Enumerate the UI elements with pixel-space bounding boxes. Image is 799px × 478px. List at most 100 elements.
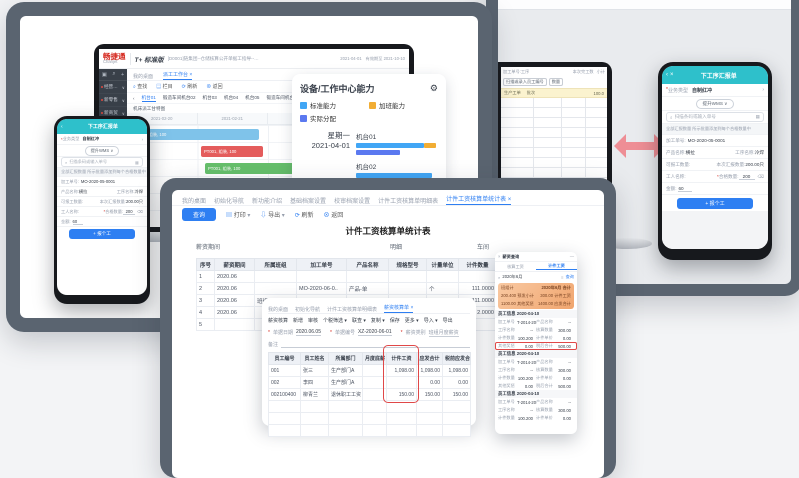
new-button[interactable]: 新增 bbox=[293, 317, 303, 324]
barcode-search-input[interactable]: ⌕ 扫描条码或输入单号 ▦ bbox=[666, 112, 764, 122]
back-button[interactable]: ⊗ 返回 bbox=[206, 83, 222, 90]
sidebar-item-analysis[interactable]: 经营分析∨ bbox=[99, 81, 127, 94]
table-row[interactable] bbox=[269, 401, 471, 413]
table-row[interactable]: 002李四生产部门A0.000.00 bbox=[269, 377, 471, 389]
scan-employee-input[interactable]: 扫描或录入员工编号 bbox=[503, 78, 547, 86]
biz-type-row[interactable]: * 业务类型 自制红冲 › bbox=[662, 84, 768, 97]
note-input[interactable] bbox=[281, 341, 470, 348]
copy-button[interactable]: 复制 ▾ bbox=[371, 317, 385, 324]
panel-query-button[interactable]: 查询 bbox=[566, 274, 574, 280]
sidebar-item-retail[interactable]: 新零售∨ bbox=[99, 94, 127, 107]
tab-basic-archives[interactable]: 基础档案设置 bbox=[290, 196, 326, 205]
biz-type-row[interactable]: * 业务类型 自制红冲 › bbox=[57, 134, 147, 145]
machine-tab-02[interactable]: 锻造车间机台02 bbox=[163, 95, 196, 101]
tab-piecework-detail[interactable]: 计件工资核算单明细表 bbox=[327, 306, 377, 313]
tab-payroll-sheet[interactable]: 薪资核算单 × bbox=[384, 304, 413, 313]
close-icon[interactable]: × bbox=[498, 254, 500, 259]
audit-button[interactable]: 审核 bbox=[308, 317, 318, 324]
amount-input[interactable]: 60 bbox=[73, 219, 83, 225]
filter-detail[interactable]: 明细 bbox=[390, 242, 402, 251]
wage-row[interactable]: 工序名称--核算数量300.00 bbox=[495, 326, 577, 334]
sheet-row[interactable] bbox=[501, 148, 607, 158]
trash-icon[interactable]: ⌫ bbox=[758, 174, 765, 180]
tab-audit-archives[interactable]: 校审档案设置 bbox=[334, 196, 370, 205]
qty-input[interactable]: 200 bbox=[123, 209, 135, 215]
machine-tab-05[interactable]: 机台05 bbox=[245, 95, 259, 101]
wage-row[interactable]: 计件数量100.200计件单价0.00 bbox=[495, 334, 577, 342]
save-button[interactable]: 保存 bbox=[390, 317, 400, 324]
wage-row[interactable]: 加工单号T-2014-2020-…产品名称-- bbox=[495, 318, 577, 326]
submit-report-button[interactable]: + 报个工 bbox=[677, 198, 753, 209]
wage-row[interactable]: 加工单号T-2014-2020-…产品名称-- bbox=[495, 358, 577, 366]
wms-pill-button[interactable]: 提升WMS ∨ bbox=[696, 99, 733, 109]
import-button[interactable]: 导入 ▾ bbox=[424, 317, 438, 324]
salary-type-input[interactable]: 班组月度薪资 bbox=[429, 329, 459, 337]
gear-icon[interactable]: ⚙ bbox=[430, 83, 438, 94]
tab-init-nav[interactable]: 初始化导航 bbox=[295, 306, 320, 313]
plus-icon[interactable]: + bbox=[121, 72, 124, 78]
submit-report-button[interactable]: + 报个工 bbox=[69, 229, 135, 239]
sheet-row[interactable] bbox=[501, 108, 607, 118]
sheet-row[interactable] bbox=[501, 158, 607, 168]
wage-row[interactable]: 工序名称--核算数量300.00 bbox=[495, 406, 577, 414]
gantt-bar[interactable]: PT001, 组装, 100 bbox=[201, 146, 263, 157]
table-row[interactable]: 22020.06MO-2020-06-0..产品-单个111.0000 bbox=[197, 283, 497, 295]
print-button[interactable]: ▤ 打印 ▾ bbox=[226, 210, 250, 219]
quantity-input[interactable]: 数量 bbox=[549, 78, 563, 86]
back-button[interactable]: ⊗ 返回 bbox=[324, 210, 344, 219]
search-icon[interactable]: ⌕ bbox=[112, 71, 115, 78]
payroll-calc-button[interactable]: 薪资核算 bbox=[268, 317, 288, 324]
wage-row[interactable]: 其他奖惩0.00税后合计500.00 bbox=[495, 382, 577, 390]
find-button[interactable]: ⌕ 查找 bbox=[133, 83, 147, 90]
sheet-row[interactable] bbox=[501, 138, 607, 148]
apps-icon[interactable]: ▣ bbox=[102, 72, 107, 78]
table-row[interactable]: 12020.06 bbox=[197, 271, 497, 283]
tab-desktop[interactable]: 我的桌面 bbox=[268, 306, 288, 313]
machine-tab-01[interactable]: 机台01 bbox=[142, 95, 156, 102]
filter-icon[interactable]: ≡ bbox=[561, 275, 563, 280]
table-row[interactable]: 001张三生产部门A1,098.001,098.001,098.00 bbox=[269, 365, 471, 377]
angle-left-icon[interactable]: ‹ bbox=[133, 96, 135, 101]
tab-desktop[interactable]: 我的桌面 bbox=[182, 196, 206, 205]
doc-no-input[interactable]: XZ-2020-06-01 bbox=[358, 329, 392, 336]
gantt-bar[interactable]: PT001, 组装, 100 bbox=[131, 129, 259, 140]
table-row[interactable] bbox=[269, 413, 471, 425]
table-row[interactable] bbox=[269, 425, 471, 437]
tab-desktop[interactable]: 我的桌面 bbox=[133, 73, 153, 80]
tab-piecework-stats[interactable]: 计件工资核算单统计表 × bbox=[446, 194, 511, 205]
wage-row[interactable]: 计件数量100.200计件单价0.00 bbox=[495, 374, 577, 382]
export-button[interactable]: 导出 bbox=[443, 317, 453, 324]
minimize-icon[interactable]: — bbox=[570, 254, 574, 259]
qty-input[interactable]: 200 bbox=[739, 174, 755, 180]
machine-tab-04[interactable]: 机台04 bbox=[224, 95, 238, 101]
wage-row[interactable]: 计件数量100.200计件单价0.00 bbox=[495, 414, 577, 422]
more-button[interactable]: 更多 ▾ bbox=[405, 317, 419, 324]
table-row[interactable]: 002100400柳青兰退休职工工资150.00150.00150.00 bbox=[269, 389, 471, 401]
machine-tab-03[interactable]: 机台03 bbox=[203, 95, 217, 101]
refresh-button[interactable]: ⟳ 刷新 bbox=[182, 83, 198, 90]
trash-icon[interactable]: ⌫ bbox=[137, 209, 143, 214]
wage-row[interactable]: 加工单号T-2014-2020-…产品名称-- bbox=[495, 398, 577, 406]
wms-pill-button[interactable]: 提升WMS ∨ bbox=[85, 146, 120, 156]
sheet-row[interactable] bbox=[501, 168, 607, 178]
tab-piece-wage[interactable]: 计件工资 bbox=[536, 263, 577, 270]
columns-button[interactable]: ▤ 栏目 bbox=[156, 83, 172, 90]
doc-date-input[interactable]: 2020.06.05 bbox=[296, 329, 321, 336]
sheet-row[interactable] bbox=[501, 128, 607, 138]
barcode-search-input[interactable]: ⌕ 扫描条码或输入单号 ▦ bbox=[61, 157, 143, 167]
tax-filter-button[interactable]: 个税筛选 ▾ bbox=[323, 317, 347, 324]
sheet-highlight-row[interactable]: 生产工单 批次 100.0 bbox=[501, 88, 607, 98]
tab-calc-wage[interactable]: 核算工资 bbox=[495, 264, 536, 270]
filter-workshop[interactable]: 车间 bbox=[477, 242, 489, 251]
month-search-input[interactable]: 2020年6月 bbox=[502, 274, 559, 280]
link-query-button[interactable]: 联查 ▾ bbox=[352, 317, 366, 324]
tab-dispatch-workbench[interactable]: 派工工作台 × bbox=[163, 71, 192, 80]
amount-input[interactable]: 60 bbox=[678, 186, 692, 192]
query-button[interactable]: 查询 bbox=[182, 208, 216, 221]
tab-piecework-detail[interactable]: 计件工资核算单明细表 bbox=[378, 196, 438, 205]
tab-new-features[interactable]: 新功能介绍 bbox=[252, 196, 282, 205]
tab-init-nav[interactable]: 初始化导航 bbox=[214, 196, 244, 205]
wage-row-highlighted[interactable]: 其他奖惩0.00税后合计500.00 bbox=[495, 342, 577, 350]
export-button[interactable]: ⇩ 导出 ▾ bbox=[260, 210, 284, 219]
refresh-button[interactable]: ⟳ 刷新 bbox=[295, 210, 314, 219]
